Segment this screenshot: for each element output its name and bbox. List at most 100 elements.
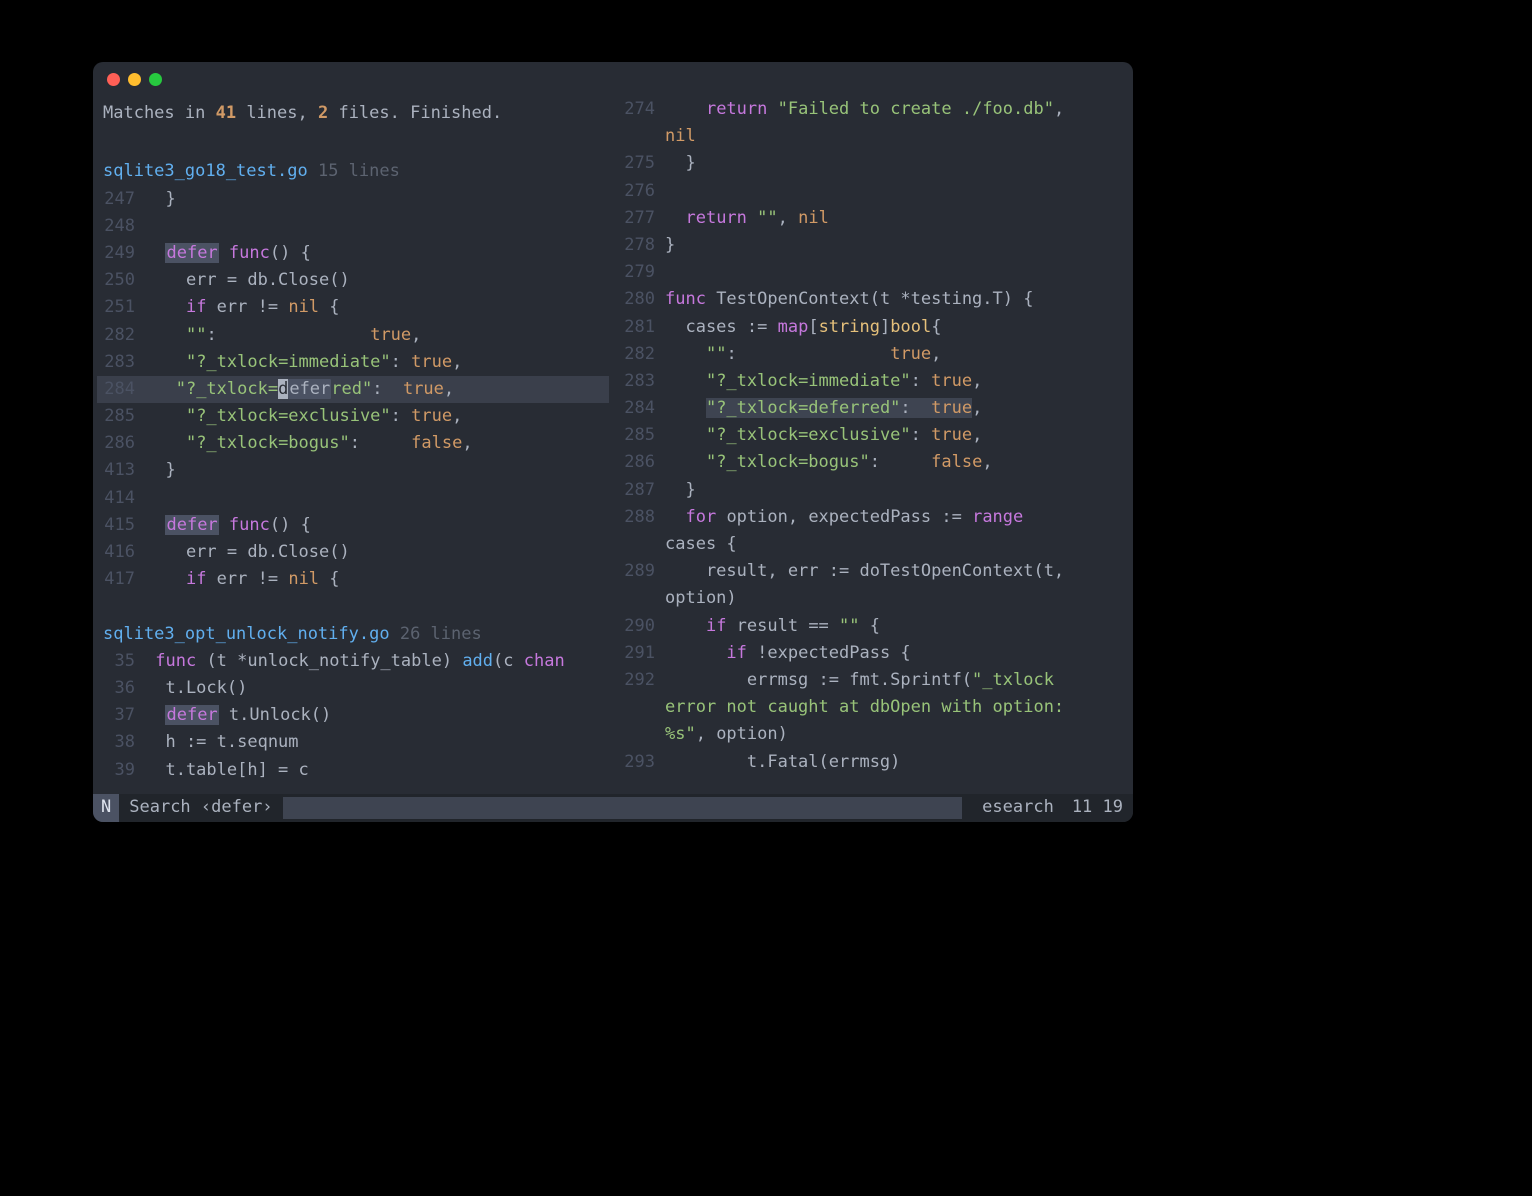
code-line[interactable]: 279 bbox=[617, 259, 1129, 286]
code-line[interactable]: 414 bbox=[97, 485, 609, 512]
line-number: 249 bbox=[97, 240, 145, 267]
line-number: 282 bbox=[617, 341, 665, 368]
line-number: 286 bbox=[617, 449, 665, 476]
line-number: 413 bbox=[97, 457, 145, 484]
line-number: 291 bbox=[617, 640, 665, 667]
line-number: 414 bbox=[97, 485, 145, 512]
search-results-pane[interactable]: Matches in 41 lines, 2 files. Finished. … bbox=[93, 96, 613, 794]
code-line[interactable]: 251 if err != nil { bbox=[97, 294, 609, 321]
status-right: esearch 11 19 bbox=[972, 794, 1133, 821]
code-line[interactable]: 249 defer func() { bbox=[97, 240, 609, 267]
code-line[interactable]: 417 if err != nil { bbox=[97, 566, 609, 593]
code-line[interactable]: 287 } bbox=[617, 477, 1129, 504]
line-number: 274 bbox=[617, 96, 665, 123]
code-line[interactable]: 415 defer func() { bbox=[97, 512, 609, 539]
line-number: 416 bbox=[97, 539, 145, 566]
summary-lines: 41 bbox=[216, 103, 236, 123]
code-line[interactable]: 292 errmsg := fmt.Sprintf("_txlock bbox=[617, 667, 1129, 694]
code-line[interactable]: 280func TestOpenContext(t *testing.T) { bbox=[617, 286, 1129, 313]
line-number: 289 bbox=[617, 558, 665, 585]
cursor-position: 11 19 bbox=[1072, 794, 1123, 821]
defer-keyword: defer bbox=[165, 515, 218, 535]
zoom-icon[interactable] bbox=[149, 73, 162, 86]
code-line-wrap: %s", option) bbox=[617, 721, 1129, 748]
code-line-current[interactable]: 284 "?_txlock=deferred": true, bbox=[97, 376, 609, 403]
line-number: 37 bbox=[97, 702, 145, 729]
line-number: 284 bbox=[617, 395, 665, 422]
code-line[interactable]: 275 } bbox=[617, 150, 1129, 177]
line-number: 251 bbox=[97, 294, 145, 321]
code-line[interactable]: 281 cases := map[string]bool{ bbox=[617, 314, 1129, 341]
code-line[interactable]: 37 defer t.Unlock() bbox=[97, 702, 609, 729]
editor-window: Matches in 41 lines, 2 files. Finished. … bbox=[93, 62, 1133, 822]
line-number: 282 bbox=[97, 322, 145, 349]
code-line[interactable]: 293 t.Fatal(errmsg) bbox=[617, 749, 1129, 776]
line-number: 415 bbox=[97, 512, 145, 539]
result-file-header[interactable]: sqlite3_opt_unlock_notify.go 26 lines bbox=[97, 621, 609, 648]
code-line[interactable]: 39 t.table[h] = c bbox=[97, 757, 609, 784]
code-line[interactable]: 250 err = db.Close() bbox=[97, 267, 609, 294]
code-line[interactable]: 288 for option, expectedPass := range bbox=[617, 504, 1129, 531]
code-line[interactable]: 416 err = db.Close() bbox=[97, 539, 609, 566]
line-number: 284 bbox=[97, 376, 145, 403]
code-line[interactable]: 35 func (t *unlock_notify_table) add(c c… bbox=[97, 648, 609, 675]
line-number: 247 bbox=[97, 186, 145, 213]
line-number: 278 bbox=[617, 232, 665, 259]
search-input[interactable] bbox=[283, 797, 963, 819]
status-bar: N Search ‹defer› esearch 11 19 bbox=[93, 794, 1133, 822]
code-line[interactable]: 286 "?_txlock=bogus": false, bbox=[97, 430, 609, 457]
file-name: sqlite3_opt_unlock_notify.go bbox=[103, 624, 390, 644]
line-number: 287 bbox=[617, 477, 665, 504]
code-line[interactable]: 283 "?_txlock=immediate": true, bbox=[97, 349, 609, 376]
code-line[interactable]: 413 } bbox=[97, 457, 609, 484]
line-number: 275 bbox=[617, 150, 665, 177]
code-line[interactable]: 278} bbox=[617, 232, 1129, 259]
code-line[interactable]: 36 t.Lock() bbox=[97, 675, 609, 702]
code-line-wrap: cases { bbox=[617, 531, 1129, 558]
line-number: 417 bbox=[97, 566, 145, 593]
code-line[interactable]: 38 h := t.seqnum bbox=[97, 729, 609, 756]
close-icon[interactable] bbox=[107, 73, 120, 86]
code-line[interactable]: 282 "": true, bbox=[97, 322, 609, 349]
code-line[interactable]: 284 "?_txlock=deferred": true, bbox=[617, 395, 1129, 422]
code-line[interactable]: 285 "?_txlock=exclusive": true, bbox=[97, 403, 609, 430]
code-line[interactable]: 247 } bbox=[97, 186, 609, 213]
code-line[interactable]: 282 "": true, bbox=[617, 341, 1129, 368]
line-number: 293 bbox=[617, 749, 665, 776]
code-line[interactable]: 276 bbox=[617, 178, 1129, 205]
result-file-header[interactable]: sqlite3_go18_test.go 15 lines bbox=[97, 158, 609, 185]
code-line[interactable]: 286 "?_txlock=bogus": false, bbox=[617, 449, 1129, 476]
line-number: 279 bbox=[617, 259, 665, 286]
line-number: 285 bbox=[617, 422, 665, 449]
file-line-count: 26 lines bbox=[400, 624, 482, 644]
line-number: 36 bbox=[97, 675, 145, 702]
line-number: 38 bbox=[97, 729, 145, 756]
defer-keyword: defer bbox=[165, 705, 218, 725]
line-number: 280 bbox=[617, 286, 665, 313]
line-number: 248 bbox=[97, 213, 145, 240]
code-line[interactable]: 289 result, err := doTestOpenContext(t, bbox=[617, 558, 1129, 585]
minimize-icon[interactable] bbox=[128, 73, 141, 86]
code-line[interactable]: 285 "?_txlock=exclusive": true, bbox=[617, 422, 1129, 449]
search-label: Search ‹defer› bbox=[119, 794, 282, 821]
code-line[interactable]: 290 if result == "" { bbox=[617, 613, 1129, 640]
editor-content: Matches in 41 lines, 2 files. Finished. … bbox=[93, 96, 1133, 794]
code-line[interactable]: 274 return "Failed to create ./foo.db", bbox=[617, 96, 1129, 123]
summary-files: 2 bbox=[318, 103, 328, 123]
defer-keyword: defer bbox=[165, 243, 218, 263]
code-line[interactable]: 277 return "", nil bbox=[617, 205, 1129, 232]
code-line[interactable]: 283 "?_txlock=immediate": true, bbox=[617, 368, 1129, 395]
line-number: 283 bbox=[617, 368, 665, 395]
code-preview-pane[interactable]: 274 return "Failed to create ./foo.db", … bbox=[613, 96, 1133, 794]
line-number: 276 bbox=[617, 178, 665, 205]
buffer-mode: esearch bbox=[982, 794, 1054, 821]
code-line[interactable]: 248 bbox=[97, 213, 609, 240]
mode-indicator: N bbox=[93, 794, 119, 822]
search-summary: Matches in 41 lines, 2 files. Finished. bbox=[97, 96, 609, 131]
summary-suffix: files. Finished. bbox=[328, 103, 502, 123]
line-number: 283 bbox=[97, 349, 145, 376]
line-number: 285 bbox=[97, 403, 145, 430]
line-number: 290 bbox=[617, 613, 665, 640]
code-line-wrap: error not caught at dbOpen with option: bbox=[617, 694, 1129, 721]
code-line[interactable]: 291 if !expectedPass { bbox=[617, 640, 1129, 667]
